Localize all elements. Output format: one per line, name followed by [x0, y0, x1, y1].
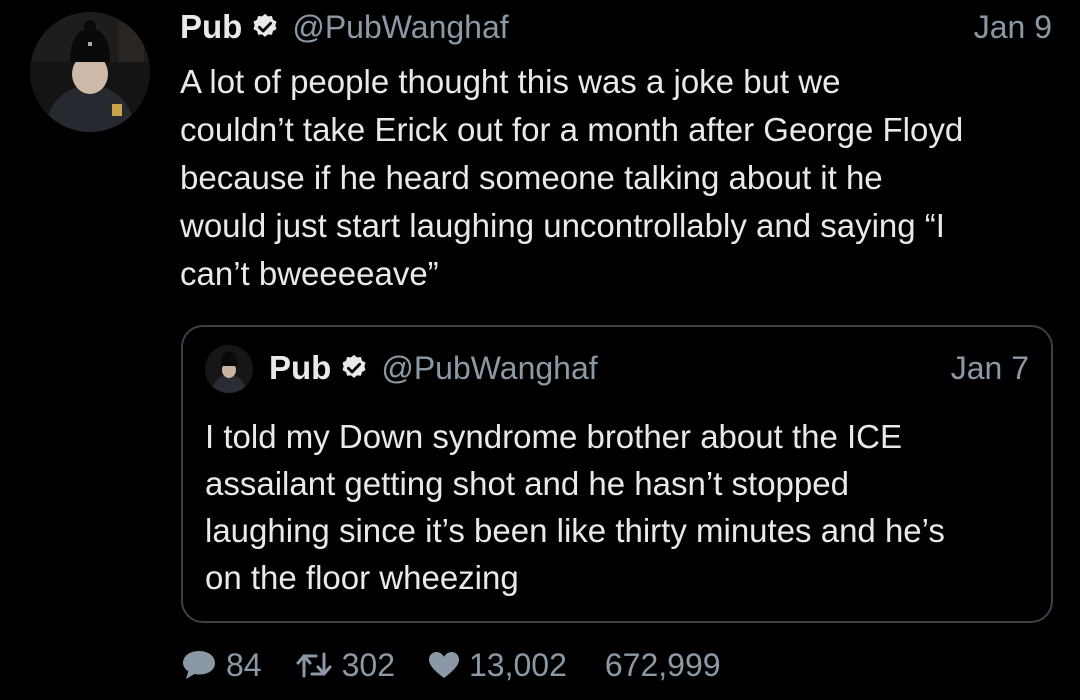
tweet-text: A lot of people thought this was a joke …	[180, 63, 964, 292]
quoted-author-handle[interactable]: @PubWanghaf	[381, 350, 597, 387]
tweet-header: Pub @PubWanghaf Jan 9	[180, 4, 1052, 50]
quoted-author-avatar	[205, 345, 253, 393]
views-button[interactable]: 672,999	[597, 647, 721, 684]
retweet-icon	[294, 650, 334, 680]
reply-count: 84	[226, 646, 262, 683]
avatar-image	[30, 12, 150, 132]
quoted-tweet-card[interactable]: Pub @PubWanghaf Jan 7 I told my Down syn…	[181, 325, 1053, 623]
verified-badge-icon	[250, 12, 280, 42]
quoted-tweet-header: Pub @PubWanghaf Jan 7	[269, 345, 1029, 391]
author-name[interactable]: Pub	[180, 8, 242, 46]
author-handle[interactable]: @PubWanghaf	[292, 9, 508, 46]
quoted-tweet-text: I told my Down syndrome brother about th…	[205, 418, 945, 596]
like-icon	[427, 650, 461, 680]
quoted-author-name[interactable]: Pub	[269, 349, 331, 387]
retweet-button[interactable]: 302	[294, 647, 395, 684]
verified-badge-icon	[339, 353, 369, 383]
tweet-actions: 84 302 13,002 672,999	[180, 640, 721, 690]
retweet-count: 302	[341, 646, 395, 683]
reply-icon	[180, 648, 218, 682]
author-avatar[interactable]	[30, 12, 150, 132]
quoted-tweet-date[interactable]: Jan 7	[951, 350, 1029, 387]
views-count: 672,999	[604, 646, 721, 683]
reply-button[interactable]: 84	[180, 647, 262, 684]
like-button[interactable]: 13,002	[427, 647, 567, 684]
avatar-image	[205, 345, 253, 393]
like-count: 13,002	[468, 646, 567, 683]
tweet-date[interactable]: Jan 9	[974, 9, 1052, 46]
